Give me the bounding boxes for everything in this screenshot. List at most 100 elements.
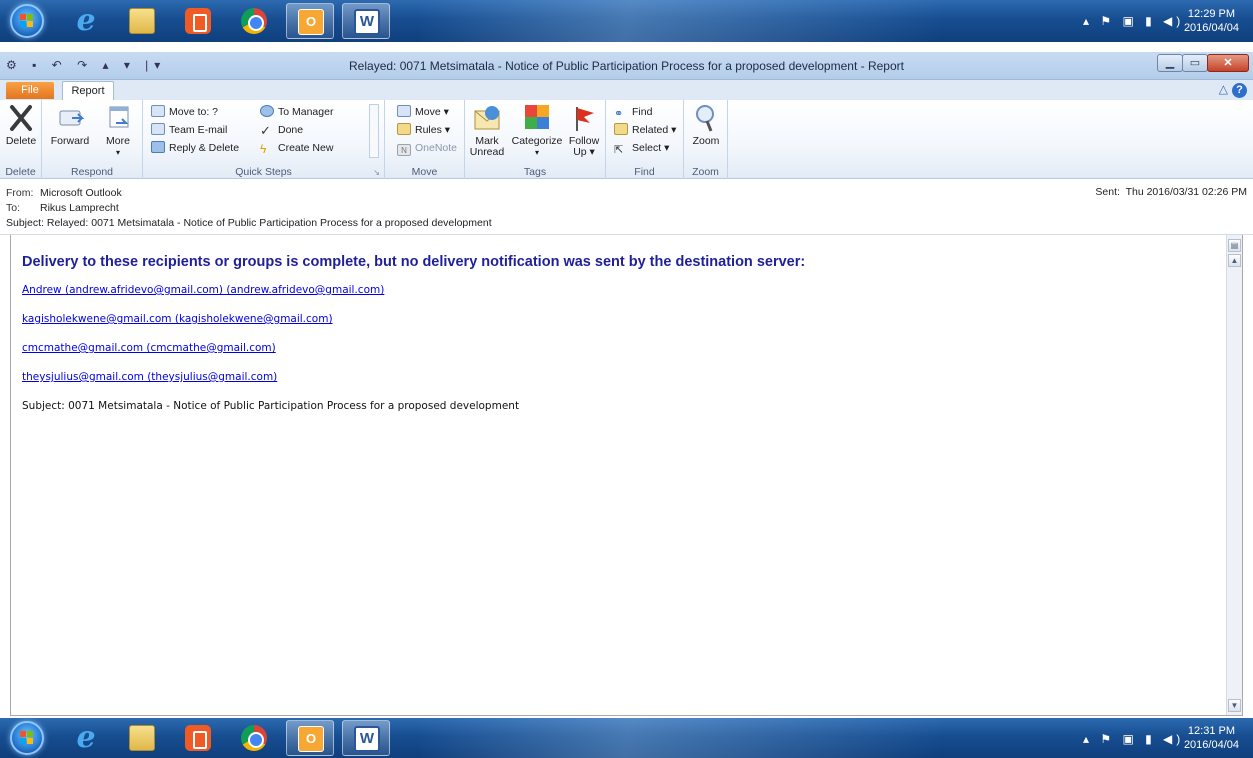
minimize-button[interactable]: ▁: [1157, 54, 1183, 72]
minimize-ribbon-icon[interactable]: △: [1219, 82, 1228, 96]
tray-icons[interactable]: ▴ ⚑ ▣ ▮ ◀): [1083, 732, 1184, 746]
ribbon-group-move: Move ▾ Rules ▾ N OneNote Move: [385, 100, 465, 179]
quickstep-to-manager[interactable]: To Manager: [260, 104, 333, 120]
reply-delete-label: Reply & Delete: [169, 142, 240, 154]
reply-delete-icon: [151, 141, 165, 153]
recipient-link[interactable]: Andrew (andrew.afridevo@gmail.com) (andr…: [22, 284, 1212, 296]
categorize-button[interactable]: Categorize ▾: [509, 103, 565, 158]
rules-button[interactable]: Rules ▾: [397, 122, 450, 138]
taskbar-chrome-button[interactable]: [230, 3, 278, 39]
taskbar-word-button[interactable]: W: [342, 3, 390, 39]
envelope-icon: [471, 103, 503, 133]
explorer-icon: [129, 8, 155, 34]
to-row: To: Rikus Lamprecht: [6, 202, 119, 214]
move-button[interactable]: Move ▾: [397, 104, 449, 120]
start-button[interactable]: [10, 721, 44, 755]
quickstep-done[interactable]: ✓ Done: [260, 122, 303, 138]
ribbon-group-tags: Mark Unread Categorize ▾ Follow Up ▾ Tag…: [465, 100, 606, 179]
taskbar-word-button[interactable]: W: [342, 720, 390, 756]
up-label: Up ▾: [573, 146, 595, 158]
group-label-zoom: Zoom: [692, 166, 719, 178]
move-to-label: Move to: ?: [169, 106, 219, 118]
find-label: Find: [632, 106, 653, 118]
zoom-label: Zoom: [692, 135, 720, 147]
recipient-link[interactable]: cmcmathe@gmail.com (cmcmathe@gmail.com): [22, 342, 1212, 354]
zoom-button[interactable]: Zoom: [688, 103, 724, 147]
taskbar-clock[interactable]: 12:31 PM 2016/04/04: [1184, 724, 1239, 752]
clock-date: 2016/04/04: [1183, 22, 1239, 34]
taskbar-outlook-button[interactable]: O: [286, 720, 334, 756]
taskbar-outlook-button[interactable]: O: [286, 3, 334, 39]
start-button[interactable]: [10, 4, 44, 38]
ribbon: Delete Delete Forward More ▾ Respond Mov…: [0, 100, 1253, 179]
message-headers: From: Microsoft Outlook To: Rikus Lamprech…: [0, 179, 1253, 235]
ribbon-help: △?: [1219, 82, 1247, 98]
move-icon: [397, 105, 411, 117]
outlook-message-window: ⚙ ▪ ↶ ↷ ▴ ▾ |▾ Relayed: 0071 Metsimatala…: [0, 52, 1253, 718]
find-button[interactable]: ⚭ Find: [614, 104, 652, 120]
recipient-link[interactable]: theysjulius@gmail.com (theysjulius@gmail…: [22, 371, 1212, 383]
group-label-tags: Tags: [523, 166, 547, 178]
rules-label: Rules ▾: [415, 124, 451, 136]
tab-report[interactable]: Report: [62, 81, 114, 100]
maximize-button[interactable]: ▭: [1182, 54, 1208, 72]
select-button[interactable]: ⇱ Select ▾: [614, 140, 669, 156]
delete-x-icon: [5, 103, 37, 133]
onenote-label: OneNote: [415, 142, 458, 154]
taskbar-ie-button[interactable]: e: [62, 3, 110, 39]
quickstep-create-new[interactable]: ϟ Create New: [260, 140, 333, 156]
vertical-scrollbar[interactable]: ▤ ▲ ▼: [1226, 235, 1242, 715]
windows-logo-icon: [20, 731, 34, 745]
quickstep-move-to[interactable]: Move to: ?: [151, 104, 218, 120]
close-button[interactable]: ✕: [1207, 54, 1249, 72]
taskbar-chrome-button[interactable]: [230, 720, 278, 756]
dialog-launcher-icon[interactable]: ↘: [373, 168, 380, 177]
taskbar-ie-button[interactable]: e: [62, 720, 110, 756]
ie-icon: e: [76, 720, 96, 755]
scroll-down-arrow-icon[interactable]: ▼: [1228, 699, 1241, 712]
quickstep-team-email[interactable]: Team E-mail: [151, 122, 227, 138]
taskbar-explorer-button[interactable]: [118, 720, 166, 756]
taskbar-explorer-button[interactable]: [118, 3, 166, 39]
ribbon-group-delete: Delete Delete: [0, 100, 42, 179]
taskbar-media-button[interactable]: [174, 3, 222, 39]
categorize-dropdown-icon: ▾: [534, 148, 539, 157]
ribbon-group-respond: Forward More ▾ Respond: [42, 100, 143, 179]
related-button[interactable]: Related ▾: [614, 122, 676, 138]
more-respond-button[interactable]: More ▾: [98, 103, 138, 158]
taskbar-media-button[interactable]: [174, 720, 222, 756]
tray-icons[interactable]: ▴ ⚑ ▣ ▮ ◀): [1083, 14, 1184, 28]
categorize-label: Categorize: [511, 135, 563, 147]
delete-button[interactable]: Delete: [4, 103, 38, 147]
media-player-icon: [185, 8, 211, 34]
taskbar-clock[interactable]: 12:29 PM 2016/04/04: [1184, 7, 1239, 35]
onenote-button[interactable]: N OneNote: [397, 140, 457, 156]
checkmark-icon: ✓: [260, 123, 271, 138]
help-icon[interactable]: ?: [1232, 83, 1247, 98]
scroll-up-arrow-icon[interactable]: ▲: [1228, 254, 1241, 267]
to-value[interactable]: Rikus Lamprecht: [40, 202, 119, 214]
chrome-icon: [241, 725, 267, 751]
flag-icon: [568, 103, 600, 133]
show-hide-ruler-icon[interactable]: ▤: [1228, 239, 1241, 252]
quickstep-reply-delete[interactable]: Reply & Delete: [151, 140, 239, 156]
title-bar: ⚙ ▪ ↶ ↷ ▴ ▾ |▾ Relayed: 0071 Metsimatala…: [0, 52, 1253, 80]
delivery-heading: Delivery to these recipients or groups i…: [22, 254, 806, 270]
recipient-link[interactable]: kagisholekwene@gmail.com (kagisholekwene…: [22, 313, 1212, 325]
move-label: Move ▾: [415, 106, 449, 118]
taskbar-glare: [420, 718, 940, 758]
mark-unread-button[interactable]: Mark Unread: [467, 103, 507, 158]
media-player-icon: [185, 725, 211, 751]
quick-steps-scroll[interactable]: [369, 104, 379, 158]
ie-icon: e: [76, 3, 96, 38]
follow-up-button[interactable]: Follow Up ▾: [565, 103, 603, 158]
windows-logo-icon: [20, 14, 34, 28]
tab-file[interactable]: File: [6, 82, 54, 99]
taskbar-glare: [420, 0, 940, 42]
magnifier-icon: [690, 103, 722, 133]
categorize-icon: [521, 103, 553, 133]
lightning-icon: ϟ: [260, 142, 267, 156]
group-label-quick-steps: Quick Steps: [235, 166, 292, 178]
forward-button[interactable]: Forward: [48, 103, 92, 147]
from-value[interactable]: Microsoft Outlook: [40, 187, 122, 199]
